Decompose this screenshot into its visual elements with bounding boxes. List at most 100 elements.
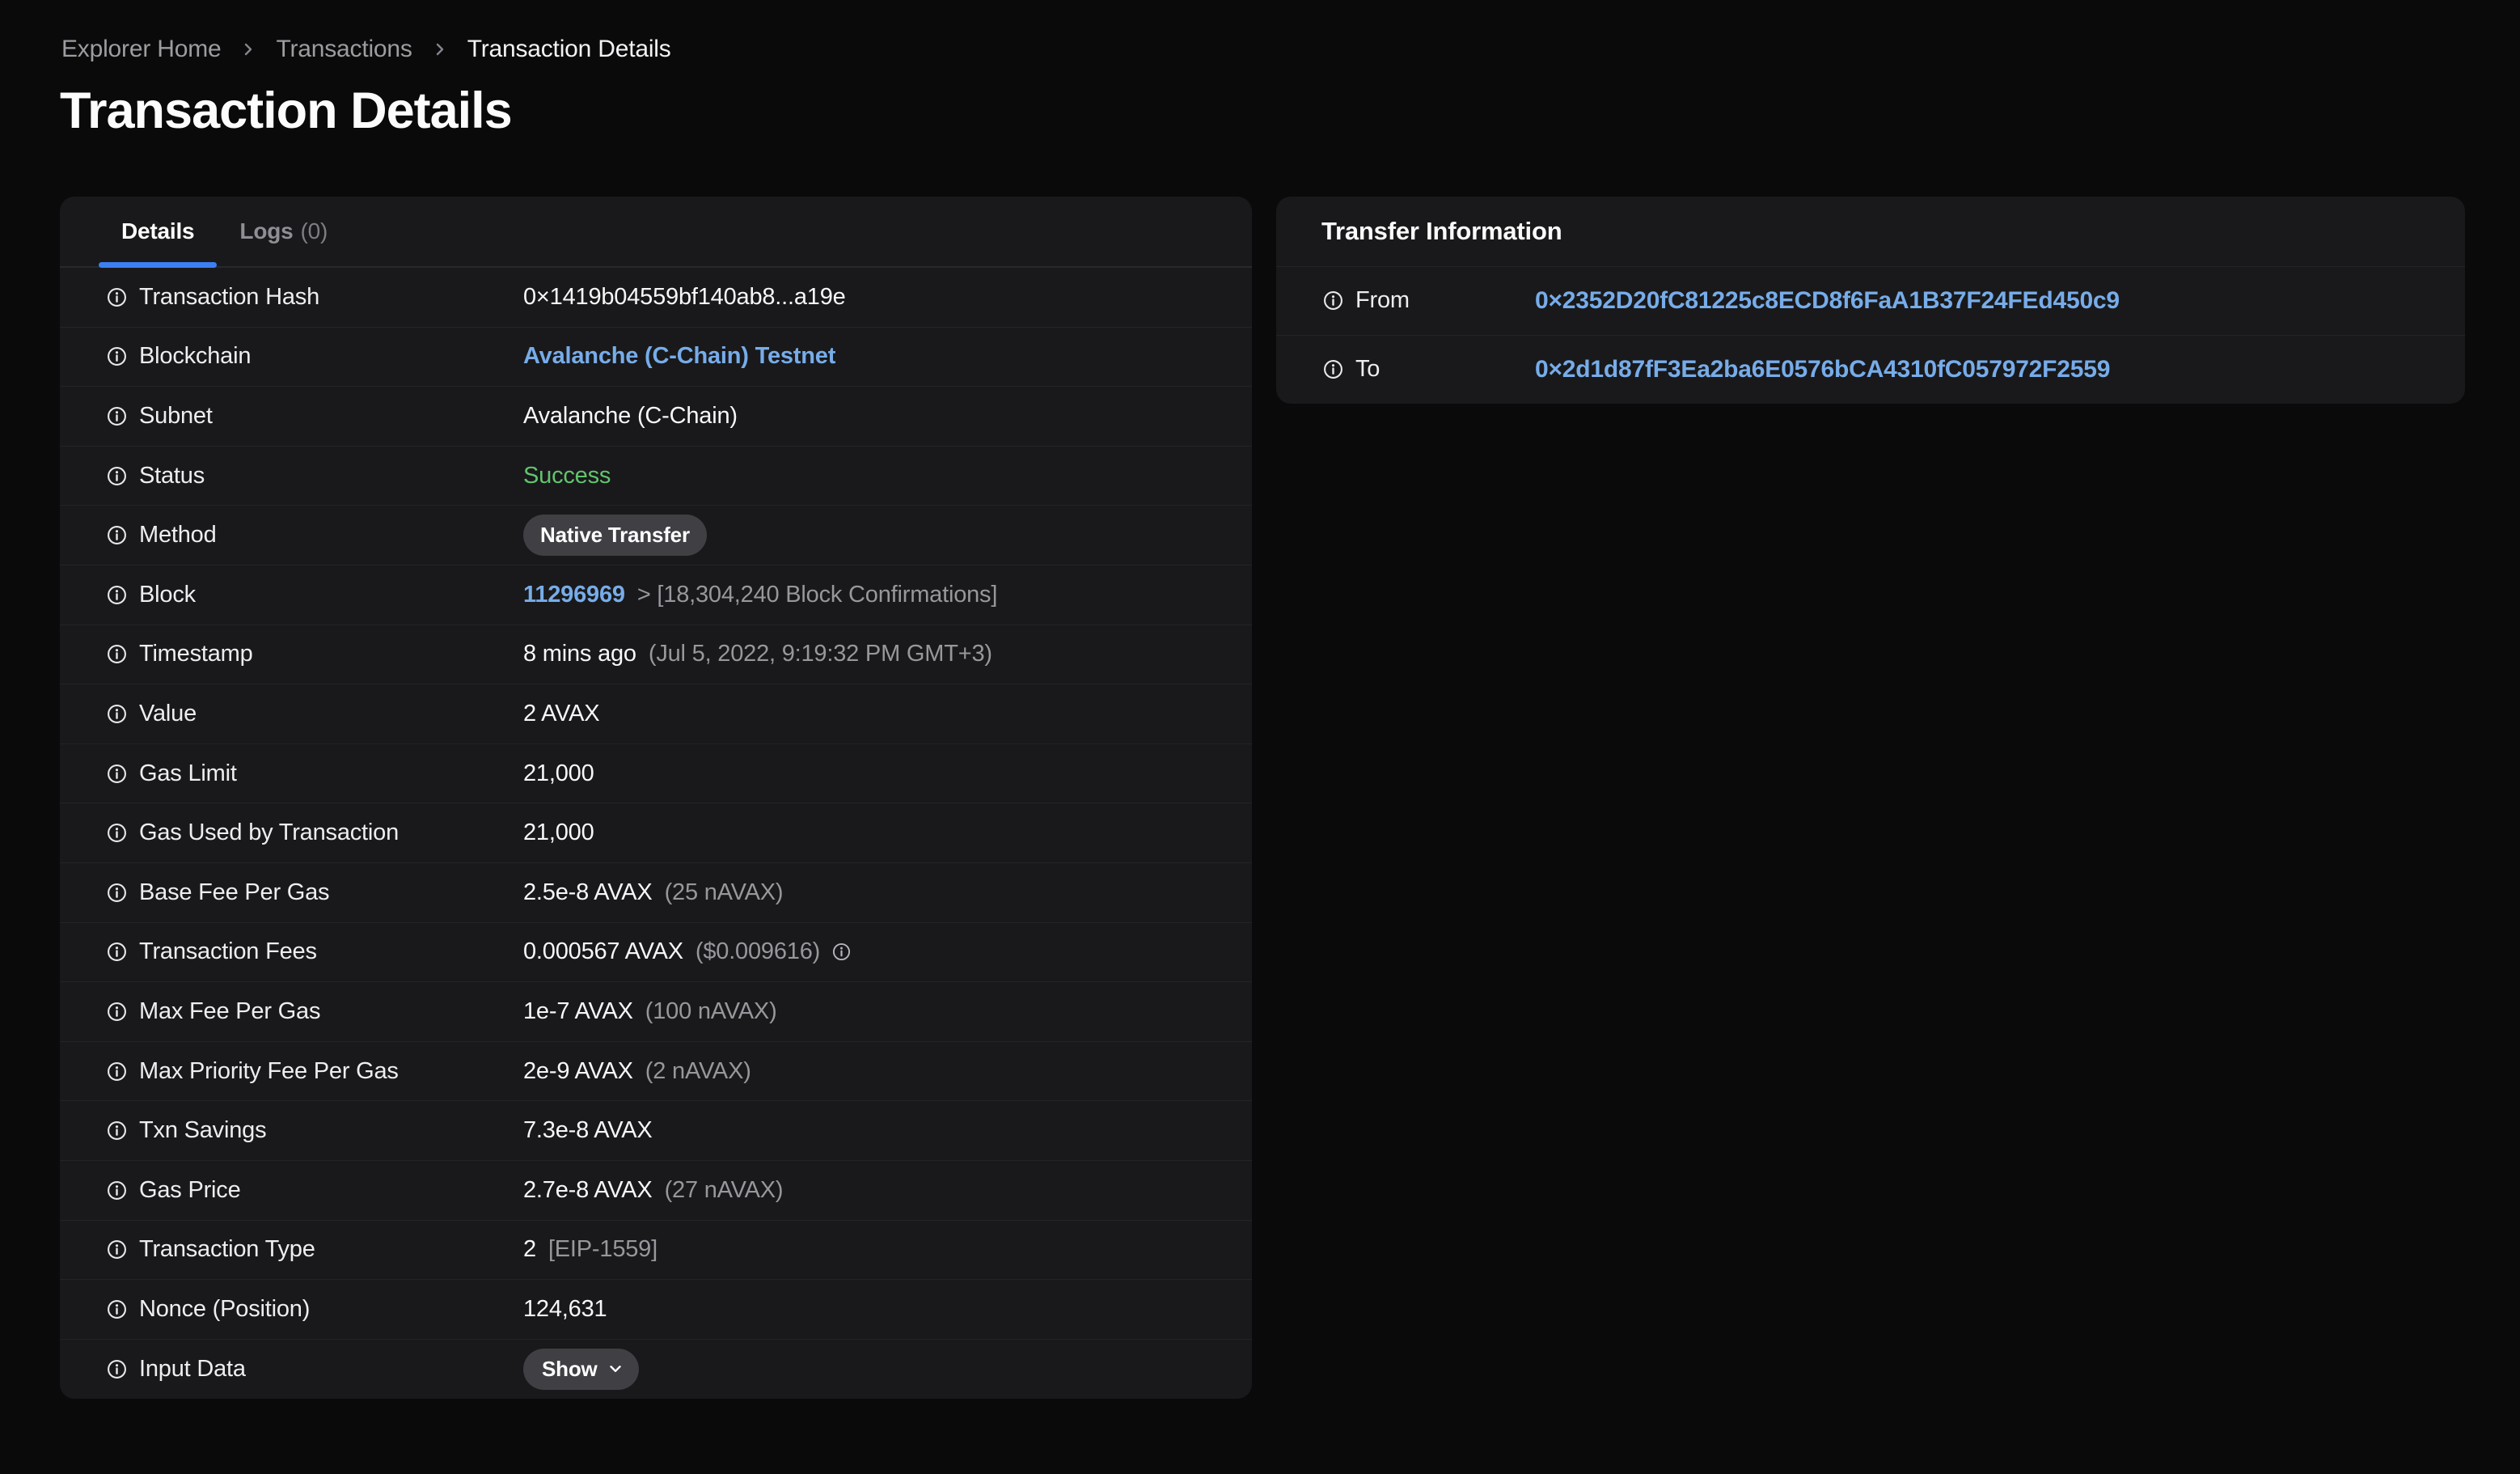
- info-icon[interactable]: [107, 1002, 127, 1022]
- txn-savings-value: 7.3e-8 AVAX: [523, 1117, 653, 1144]
- gas-limit-value: 21,000: [523, 760, 594, 786]
- chevron-right-icon: [430, 40, 450, 59]
- row-transaction-fees: Transaction Fees 0.000567 AVAX ($0.00961…: [60, 923, 1252, 983]
- info-icon[interactable]: [832, 942, 851, 961]
- row-label: Transaction Type: [139, 1236, 315, 1263]
- gas-price-navax: (27 nAVAX): [664, 1176, 784, 1203]
- info-icon[interactable]: [107, 764, 127, 784]
- row-label: Nonce (Position): [139, 1295, 311, 1322]
- from-address-link[interactable]: 0×2352D20fC81225c8ECD8f6FaA1B37F24FEd450…: [1535, 287, 2120, 315]
- max-fee-value: 1e-7 AVAX: [523, 997, 633, 1024]
- tab-logs-label: Logs: [239, 218, 294, 244]
- row-label: Block: [139, 581, 196, 608]
- chevron-right-icon: [239, 40, 258, 59]
- row-block: Block 11296969 > [18,304,240 Block Confi…: [60, 565, 1252, 625]
- info-icon[interactable]: [107, 1180, 127, 1201]
- info-icon[interactable]: [1323, 290, 1343, 311]
- to-address-link[interactable]: 0×2d1d87fF3Ea2ba6E0576bCA4310fC057972F25…: [1535, 356, 2110, 383]
- row-method: Method Native Transfer: [60, 506, 1252, 565]
- info-icon[interactable]: [107, 1061, 127, 1082]
- details-tabbar: Details Logs (0): [60, 197, 1252, 268]
- row-label: Blockchain: [139, 343, 252, 370]
- info-icon[interactable]: [107, 287, 127, 307]
- info-icon[interactable]: [107, 1359, 127, 1379]
- nonce-value: 124,631: [523, 1295, 607, 1322]
- show-button-label: Show: [542, 1356, 598, 1381]
- max-fee-navax: (100 nAVAX): [645, 997, 777, 1024]
- info-icon[interactable]: [107, 883, 127, 903]
- transaction-fees-usd: ($0.009616): [695, 938, 821, 965]
- row-base-fee: Base Fee Per Gas 2.5e-8 AVAX (25 nAVAX): [60, 863, 1252, 923]
- row-value: Value 2 AVAX: [60, 684, 1252, 744]
- row-label: Value: [139, 700, 197, 726]
- base-fee-navax: (25 nAVAX): [664, 879, 784, 905]
- timestamp-absolute: (Jul 5, 2022, 9:19:32 PM GMT+3): [648, 641, 992, 667]
- gas-used-value: 21,000: [523, 820, 594, 846]
- timestamp-relative: 8 mins ago: [523, 641, 636, 667]
- row-txn-savings: Txn Savings 7.3e-8 AVAX: [60, 1101, 1252, 1161]
- row-label: Gas Limit: [139, 760, 237, 786]
- row-from: From 0×2352D20fC81225c8ECD8f6FaA1B37F24F…: [1276, 267, 2465, 336]
- info-icon[interactable]: [107, 525, 127, 545]
- breadcrumb-transaction-details: Transaction Details: [467, 36, 671, 62]
- row-blockchain: Blockchain Avalanche (C-Chain) Testnet: [60, 328, 1252, 388]
- content-columns: Details Logs (0) Transaction Hash 0×1419…: [60, 197, 2465, 1400]
- chevron-down-icon: [607, 1360, 624, 1378]
- info-icon[interactable]: [1323, 359, 1343, 379]
- info-icon[interactable]: [107, 1299, 127, 1319]
- row-gas-price: Gas Price 2.7e-8 AVAX (27 nAVAX): [60, 1161, 1252, 1221]
- row-gas-used: Gas Used by Transaction 21,000: [60, 803, 1252, 863]
- page-title: Transaction Details: [60, 83, 513, 139]
- row-label: To: [1355, 356, 1381, 383]
- max-priority-fee-navax: (2 nAVAX): [645, 1057, 751, 1084]
- row-label: Txn Savings: [139, 1117, 267, 1144]
- subnet-value: Avalanche (C-Chain): [523, 402, 738, 429]
- info-icon[interactable]: [107, 1239, 127, 1260]
- row-nonce: Nonce (Position) 124,631: [60, 1280, 1252, 1340]
- blockchain-link[interactable]: Avalanche (C-Chain) Testnet: [523, 343, 835, 370]
- breadcrumb: Explorer Home Transactions Transaction D…: [61, 36, 671, 63]
- row-transaction-type: Transaction Type 2 [EIP-1559]: [60, 1221, 1252, 1281]
- row-subnet: Subnet Avalanche (C-Chain): [60, 387, 1252, 447]
- status-badge: Success: [523, 462, 611, 489]
- transaction-type-eip: [EIP-1559]: [548, 1236, 657, 1263]
- max-priority-fee-value: 2e-9 AVAX: [523, 1057, 633, 1084]
- info-icon[interactable]: [107, 406, 127, 426]
- input-data-show-button[interactable]: Show: [523, 1348, 639, 1390]
- row-label: Input Data: [139, 1355, 246, 1382]
- transaction-details-page: Explorer Home Transactions Transaction D…: [0, 0, 2520, 1474]
- row-label: Gas Price: [139, 1176, 241, 1203]
- row-label: Transaction Fees: [139, 938, 317, 965]
- row-label: Max Fee Per Gas: [139, 997, 321, 1024]
- info-icon[interactable]: [107, 466, 127, 486]
- info-icon[interactable]: [107, 346, 127, 366]
- row-to: To 0×2d1d87fF3Ea2ba6E0576bCA4310fC057972…: [1276, 336, 2465, 405]
- info-icon[interactable]: [107, 823, 127, 843]
- method-badge: Native Transfer: [523, 515, 707, 557]
- transfer-information-card: Transfer Information From 0×2352D20fC812…: [1276, 197, 2465, 404]
- breadcrumb-explorer-home[interactable]: Explorer Home: [61, 36, 222, 63]
- row-gas-limit: Gas Limit 21,000: [60, 744, 1252, 804]
- row-status: Status Success: [60, 447, 1252, 506]
- value-amount: 2 AVAX: [523, 700, 600, 726]
- tab-logs-count: (0): [300, 218, 328, 244]
- row-max-priority-fee: Max Priority Fee Per Gas 2e-9 AVAX (2 nA…: [60, 1042, 1252, 1102]
- transaction-fees-value: 0.000567 AVAX: [523, 938, 683, 965]
- info-icon[interactable]: [107, 644, 127, 664]
- block-number-link[interactable]: 11296969: [523, 582, 625, 608]
- info-icon[interactable]: [107, 942, 127, 962]
- breadcrumb-transactions[interactable]: Transactions: [276, 36, 412, 63]
- tab-details[interactable]: Details: [99, 197, 218, 268]
- row-label: Gas Used by Transaction: [139, 820, 399, 846]
- row-transaction-hash: Transaction Hash 0×1419b04559bf140ab8...…: [60, 268, 1252, 328]
- row-label: Transaction Hash: [139, 283, 319, 310]
- info-icon[interactable]: [107, 585, 127, 605]
- row-label: Method: [139, 522, 217, 549]
- row-input-data: Input Data Show: [60, 1340, 1252, 1400]
- tab-logs[interactable]: Logs (0): [217, 197, 350, 266]
- base-fee-value: 2.5e-8 AVAX: [523, 879, 653, 905]
- info-icon[interactable]: [107, 1120, 127, 1141]
- tab-details-label: Details: [121, 218, 195, 244]
- row-timestamp: Timestamp 8 mins ago (Jul 5, 2022, 9:19:…: [60, 625, 1252, 685]
- info-icon[interactable]: [107, 704, 127, 724]
